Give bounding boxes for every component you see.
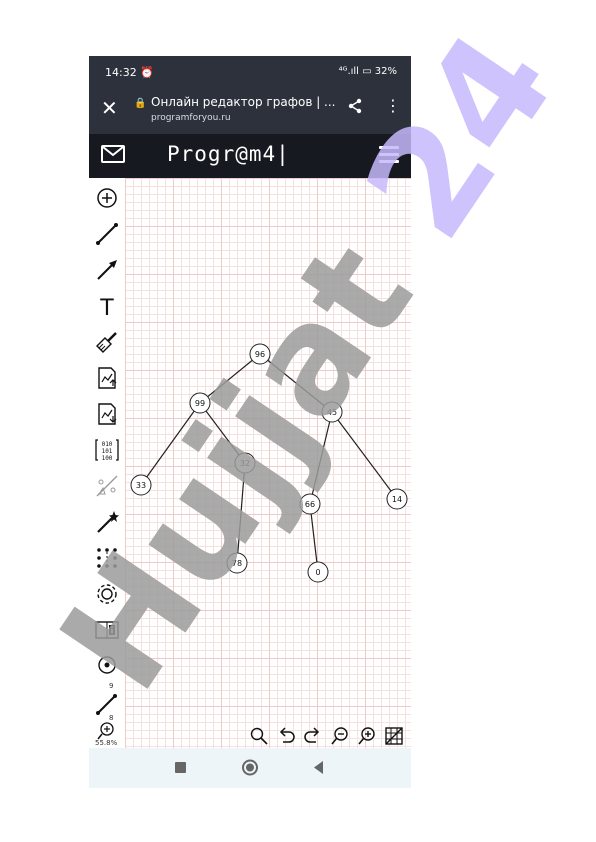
graph-view: 96 99 45 32 33 66 14 78 0 <box>130 343 408 583</box>
graph-vertex[interactable]: 99 <box>189 392 211 414</box>
graph-vertex[interactable]: 32 <box>234 452 256 474</box>
vertex-label: 45 <box>327 408 337 417</box>
graph-edge[interactable] <box>199 402 246 464</box>
vertex-label: 78 <box>232 559 242 568</box>
graph-edge[interactable] <box>236 462 246 564</box>
vertex-label: 14 <box>392 495 402 504</box>
vertex-label: 33 <box>136 481 146 490</box>
vertex-label: 32 <box>240 459 250 468</box>
vertex-label: 96 <box>255 350 265 359</box>
graph-vertex[interactable]: 0 <box>307 561 329 583</box>
graph-vertex[interactable]: 33 <box>130 474 152 496</box>
graph-vertex[interactable]: 96 <box>249 343 271 365</box>
vertex-label: 99 <box>195 399 205 408</box>
vertex-label: 0 <box>315 568 320 577</box>
graph-edge[interactable] <box>140 402 201 486</box>
graph-edge[interactable] <box>259 353 333 413</box>
graph-edge[interactable] <box>309 411 333 505</box>
graph-vertex[interactable]: 45 <box>321 401 343 423</box>
graph-vertex[interactable]: 14 <box>386 488 408 510</box>
graph-vertex[interactable]: 78 <box>226 552 248 574</box>
graph-edge[interactable] <box>331 411 398 500</box>
graph-edge[interactable] <box>199 353 261 404</box>
graph-vertex[interactable]: 66 <box>299 493 321 515</box>
vertex-label: 66 <box>305 500 315 509</box>
